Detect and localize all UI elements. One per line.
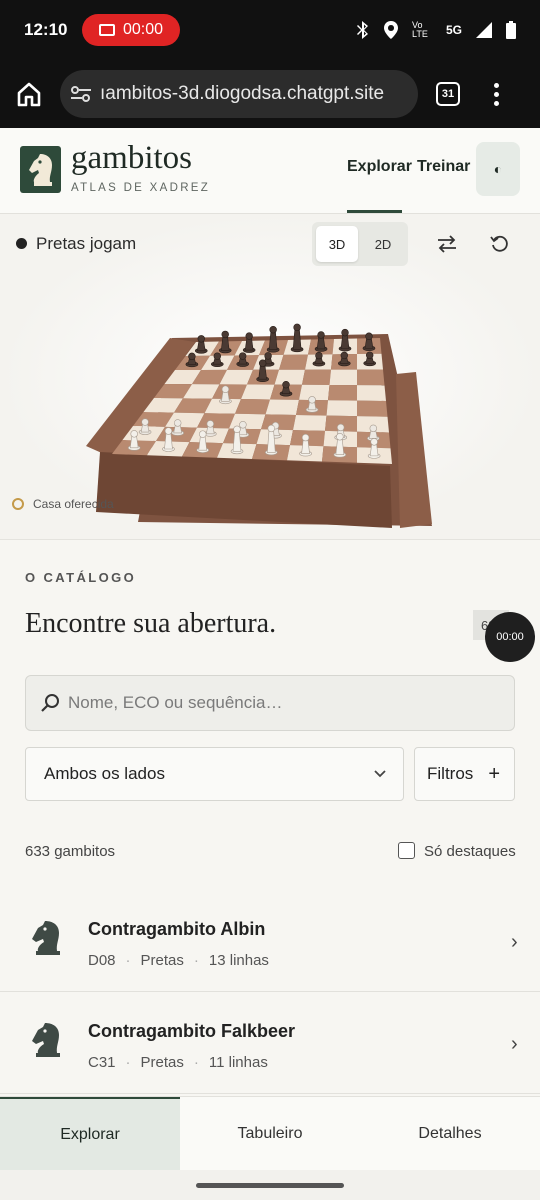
opening-side: Pretas bbox=[140, 952, 184, 969]
chess-board-3d[interactable] bbox=[0, 214, 540, 539]
gesture-handle[interactable] bbox=[196, 1183, 344, 1188]
bluetooth-icon bbox=[356, 21, 368, 39]
location-icon bbox=[383, 21, 398, 39]
filters-button[interactable]: Filtros + bbox=[414, 747, 515, 801]
board-square[interactable] bbox=[279, 354, 308, 370]
board-square[interactable] bbox=[357, 385, 386, 401]
highlights-only-checkbox[interactable] bbox=[398, 842, 415, 859]
board-square[interactable] bbox=[235, 399, 270, 415]
opening-lines: 13 linhas bbox=[208, 952, 269, 969]
knight-icon bbox=[32, 1023, 60, 1057]
offered-square-legend: Casa oferecida bbox=[33, 497, 114, 511]
record-timer-bubble[interactable]: 00:00 bbox=[485, 612, 535, 662]
screen-record-pill[interactable]: 00:00 bbox=[82, 14, 180, 46]
knight-logo-icon bbox=[28, 153, 52, 186]
url-bar[interactable]: ıambitos-3d.diogodsa.chatgpt.site bbox=[60, 70, 418, 118]
tab-switcher-button[interactable]: 31 bbox=[436, 82, 460, 106]
opening-eco: C31 bbox=[88, 1054, 116, 1071]
brand-name[interactable]: gambitos bbox=[71, 140, 192, 177]
knight-icon bbox=[32, 921, 60, 955]
board-square[interactable] bbox=[293, 414, 327, 431]
gesture-area bbox=[0, 1170, 540, 1200]
home-icon[interactable] bbox=[14, 79, 44, 109]
board-square[interactable] bbox=[265, 399, 300, 415]
side-select-value: Ambos os lados bbox=[44, 764, 165, 783]
tab-explorar[interactable]: Explorar bbox=[0, 1097, 180, 1170]
highlights-only-label[interactable]: Só destaques bbox=[424, 843, 516, 860]
nav-treinar[interactable]: Treinar bbox=[417, 158, 470, 176]
screen-record-icon bbox=[98, 24, 115, 36]
browser-toolbar: ıambitos-3d.diogodsa.chatgpt.site 31 bbox=[0, 60, 540, 128]
board-square[interactable] bbox=[274, 369, 306, 385]
contrast-icon: ◐ bbox=[493, 161, 503, 177]
catalog-title: Encontre sua abertura. bbox=[25, 608, 277, 639]
record-timer: 00:00 bbox=[122, 21, 164, 38]
board-panel: Pretas jogam 3D 2D Casa oferecida bbox=[0, 214, 540, 539]
board-square[interactable] bbox=[357, 400, 388, 417]
meta-separator: · bbox=[193, 952, 199, 969]
opening-eco: D08 bbox=[88, 952, 116, 969]
chevron-right-icon: › bbox=[511, 931, 518, 953]
offered-square-legend-dot bbox=[12, 498, 24, 510]
tab-tabuleiro[interactable]: Tabuleiro bbox=[180, 1097, 360, 1170]
nav-explorar[interactable]: Explorar bbox=[347, 158, 412, 176]
search-icon bbox=[41, 694, 59, 712]
opening-name: Contragambito Albin bbox=[88, 919, 266, 939]
search-field[interactable] bbox=[25, 675, 515, 731]
theme-toggle-button[interactable]: ◐ bbox=[476, 142, 520, 196]
side-select[interactable]: Ambos os lados bbox=[25, 747, 404, 801]
app-header: gambitos ATLAS DE XADREZ Explorar Treina… bbox=[0, 128, 540, 214]
nav-active-indicator bbox=[347, 210, 402, 213]
catalog-eyebrow: O CATÁLOGO bbox=[25, 570, 137, 585]
board-square[interactable] bbox=[326, 400, 358, 417]
board-square[interactable] bbox=[302, 369, 331, 385]
view-2d-button[interactable]: 2D bbox=[362, 226, 404, 262]
signal-icon bbox=[476, 22, 492, 38]
plus-icon: + bbox=[488, 762, 500, 785]
swap-sides-icon[interactable] bbox=[436, 234, 458, 254]
turn-indicator-dot bbox=[16, 238, 27, 249]
list-item[interactable]: Contragambito Albin D08 · Pretas · 13 li… bbox=[0, 891, 540, 992]
tab-detalhes[interactable]: Detalhes bbox=[360, 1097, 540, 1170]
meta-separator: · bbox=[125, 1054, 131, 1071]
search-input[interactable] bbox=[68, 693, 488, 713]
meta-separator: · bbox=[125, 952, 131, 969]
chevron-right-icon: › bbox=[511, 1033, 518, 1055]
opening-meta: C31 · Pretas · 11 linhas bbox=[88, 1054, 268, 1071]
opening-name: Contragambito Falkbeer bbox=[88, 1021, 296, 1041]
board-square[interactable] bbox=[328, 384, 357, 401]
list-item[interactable]: Contragambito Falkbeer C31 · Pretas · 11… bbox=[0, 993, 540, 1094]
opening-meta: D08 · Pretas · 13 linhas bbox=[88, 952, 269, 969]
chevron-down-icon bbox=[374, 770, 386, 778]
volte-label: Vo LTE bbox=[411, 20, 428, 39]
logo[interactable] bbox=[20, 146, 61, 193]
filters-label: Filtros bbox=[427, 764, 474, 783]
board-square[interactable] bbox=[329, 369, 358, 386]
brand-tagline: ATLAS DE XADREZ bbox=[71, 182, 211, 194]
catalog-section: O CATÁLOGO Encontre sua abertura. 633 00… bbox=[0, 539, 540, 1096]
site-settings-icon[interactable] bbox=[70, 85, 92, 103]
status-bar: 12:10 00:00 Vo LTE 5G bbox=[0, 0, 540, 60]
bottom-tab-bar: Explorar Tabuleiro Detalhes bbox=[0, 1096, 540, 1170]
view-3d-button[interactable]: 3D bbox=[316, 226, 358, 262]
status-icons: Vo LTE 5G bbox=[356, 21, 516, 39]
reset-icon[interactable] bbox=[490, 234, 510, 254]
battery-icon bbox=[506, 21, 516, 39]
turn-label: Pretas jogam bbox=[36, 234, 137, 253]
url-text: ıambitos-3d.diogodsa.chatgpt.site bbox=[100, 83, 385, 104]
result-count: 633 gambitos bbox=[25, 843, 116, 860]
network-label: 5G bbox=[445, 23, 462, 37]
more-menu-icon[interactable] bbox=[494, 82, 499, 106]
board-square[interactable] bbox=[357, 369, 385, 386]
opening-lines: 11 linhas bbox=[208, 1054, 268, 1071]
meta-separator: · bbox=[193, 1054, 199, 1071]
opening-side: Pretas bbox=[140, 1054, 184, 1071]
view-mode-toggle: 3D 2D bbox=[312, 222, 408, 266]
status-time: 12:10 bbox=[24, 20, 68, 39]
